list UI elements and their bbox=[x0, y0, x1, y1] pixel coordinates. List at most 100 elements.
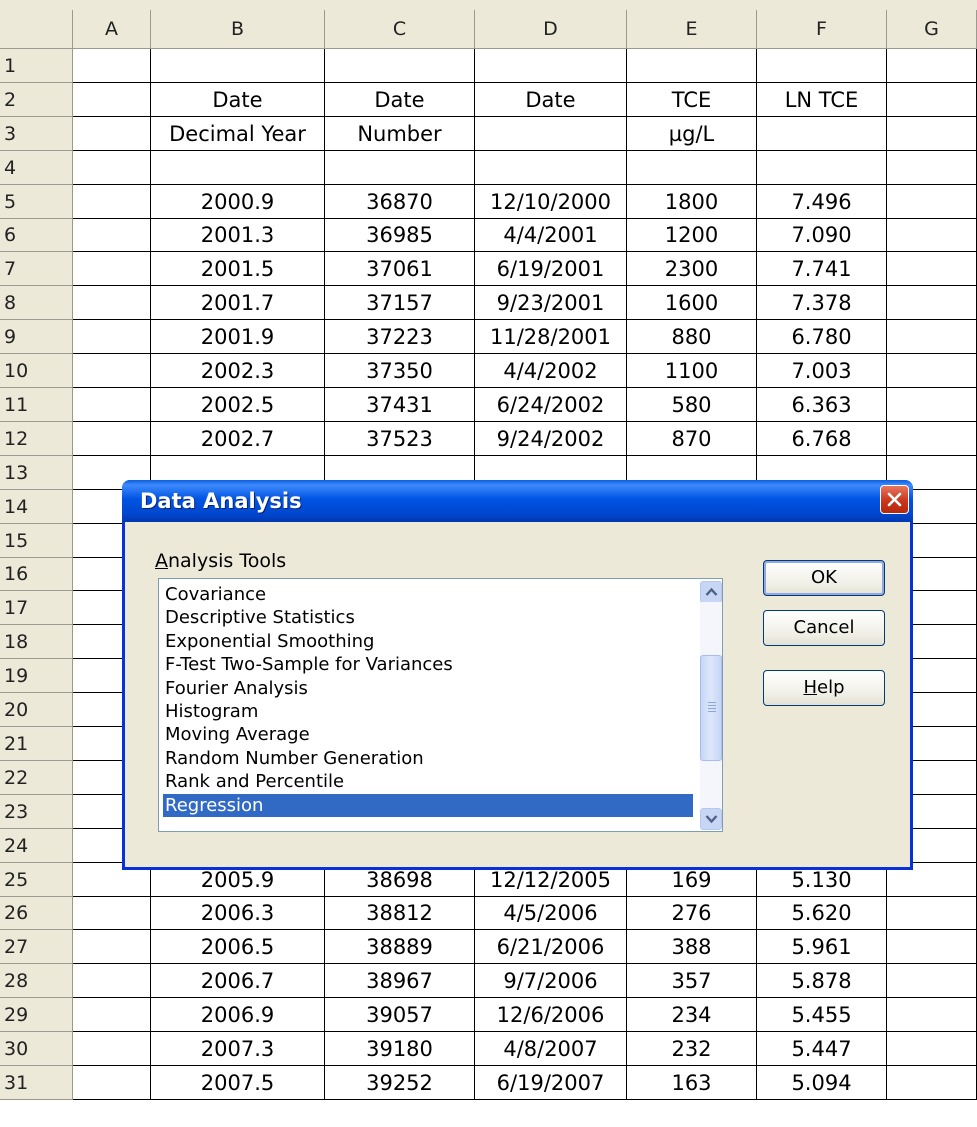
row-header-27[interactable]: 27 bbox=[0, 930, 73, 964]
cell-a5[interactable] bbox=[73, 185, 151, 219]
cell-a12[interactable] bbox=[73, 422, 151, 456]
column-header-c[interactable]: C bbox=[325, 10, 475, 49]
cell-g7[interactable] bbox=[887, 252, 977, 286]
row-header-13[interactable]: 13 bbox=[0, 456, 73, 490]
cell-g27[interactable] bbox=[887, 930, 977, 964]
cell-c4[interactable] bbox=[325, 151, 475, 185]
cell-e8[interactable]: 1600 bbox=[627, 286, 757, 320]
row-header-20[interactable]: 20 bbox=[0, 693, 73, 727]
row-header-18[interactable]: 18 bbox=[0, 625, 73, 659]
cell-a3[interactable] bbox=[73, 117, 151, 151]
row-header-28[interactable]: 28 bbox=[0, 964, 73, 998]
cell-e2[interactable]: TCE bbox=[627, 83, 757, 117]
cell-d7[interactable]: 6/19/2001 bbox=[475, 252, 627, 286]
cell-f28[interactable]: 5.878 bbox=[757, 964, 887, 998]
cell-c26[interactable]: 38812 bbox=[325, 897, 475, 930]
column-header-g[interactable]: G bbox=[887, 10, 977, 49]
cell-f3[interactable] bbox=[757, 117, 887, 151]
cell-b2[interactable]: Date bbox=[151, 83, 325, 117]
cell-f11[interactable]: 6.363 bbox=[757, 388, 887, 422]
row-header-12[interactable]: 12 bbox=[0, 422, 73, 456]
cell-g30[interactable] bbox=[887, 1032, 977, 1066]
cell-d29[interactable]: 12/6/2006 bbox=[475, 998, 627, 1032]
cell-b9[interactable]: 2001.9 bbox=[151, 320, 325, 354]
cell-f30[interactable]: 5.447 bbox=[757, 1032, 887, 1066]
row-header-15[interactable]: 15 bbox=[0, 524, 73, 558]
cell-e28[interactable]: 357 bbox=[627, 964, 757, 998]
cell-c2[interactable]: Date bbox=[325, 83, 475, 117]
cell-e27[interactable]: 388 bbox=[627, 930, 757, 964]
cell-f5[interactable]: 7.496 bbox=[757, 185, 887, 219]
cell-g9[interactable] bbox=[887, 320, 977, 354]
row-header-16[interactable]: 16 bbox=[0, 558, 73, 591]
cell-f6[interactable]: 7.090 bbox=[757, 219, 887, 252]
cell-f1[interactable] bbox=[757, 49, 887, 83]
cell-d27[interactable]: 6/21/2006 bbox=[475, 930, 627, 964]
row-header-6[interactable]: 6 bbox=[0, 219, 73, 252]
list-item[interactable]: Exponential Smoothing bbox=[163, 630, 693, 653]
cell-c10[interactable]: 37350 bbox=[325, 354, 475, 388]
cell-b12[interactable]: 2002.7 bbox=[151, 422, 325, 456]
cell-b6[interactable]: 2001.3 bbox=[151, 219, 325, 252]
cell-g4[interactable] bbox=[887, 151, 977, 185]
cell-g6[interactable] bbox=[887, 219, 977, 252]
row-header-7[interactable]: 7 bbox=[0, 252, 73, 286]
cell-b3[interactable]: Decimal Year bbox=[151, 117, 325, 151]
row-header-23[interactable]: 23 bbox=[0, 795, 73, 829]
cell-d6[interactable]: 4/4/2001 bbox=[475, 219, 627, 252]
cell-f31[interactable]: 5.094 bbox=[757, 1066, 887, 1100]
row-header-10[interactable]: 10 bbox=[0, 354, 73, 388]
cell-f7[interactable]: 7.741 bbox=[757, 252, 887, 286]
cell-d28[interactable]: 9/7/2006 bbox=[475, 964, 627, 998]
list-item[interactable]: Moving Average bbox=[163, 723, 693, 746]
column-header-e[interactable]: E bbox=[627, 10, 757, 49]
cell-g1[interactable] bbox=[887, 49, 977, 83]
close-button[interactable] bbox=[880, 485, 909, 514]
column-header-d[interactable]: D bbox=[475, 10, 627, 49]
help-button[interactable]: Help bbox=[763, 670, 885, 706]
cell-f29[interactable]: 5.455 bbox=[757, 998, 887, 1032]
cell-a1[interactable] bbox=[73, 49, 151, 83]
cell-c6[interactable]: 36985 bbox=[325, 219, 475, 252]
cell-d11[interactable]: 6/24/2002 bbox=[475, 388, 627, 422]
cell-c1[interactable] bbox=[325, 49, 475, 83]
cell-a29[interactable] bbox=[73, 998, 151, 1032]
cell-g31[interactable] bbox=[887, 1066, 977, 1100]
cell-e6[interactable]: 1200 bbox=[627, 219, 757, 252]
cell-a10[interactable] bbox=[73, 354, 151, 388]
cell-b27[interactable]: 2006.5 bbox=[151, 930, 325, 964]
cell-d9[interactable]: 11/28/2001 bbox=[475, 320, 627, 354]
cell-e26[interactable]: 276 bbox=[627, 897, 757, 930]
cell-c12[interactable]: 37523 bbox=[325, 422, 475, 456]
row-header-11[interactable]: 11 bbox=[0, 388, 73, 422]
cell-d1[interactable] bbox=[475, 49, 627, 83]
cell-a26[interactable] bbox=[73, 897, 151, 930]
cell-e7[interactable]: 2300 bbox=[627, 252, 757, 286]
row-header-21[interactable]: 21 bbox=[0, 727, 73, 761]
cell-a9[interactable] bbox=[73, 320, 151, 354]
cell-c5[interactable]: 36870 bbox=[325, 185, 475, 219]
cell-e1[interactable] bbox=[627, 49, 757, 83]
cell-b31[interactable]: 2007.5 bbox=[151, 1066, 325, 1100]
list-item[interactable]: Regression bbox=[163, 793, 693, 817]
cell-a28[interactable] bbox=[73, 964, 151, 998]
list-item[interactable]: Covariance bbox=[163, 583, 693, 606]
row-header-31[interactable]: 31 bbox=[0, 1066, 73, 1100]
cell-e3[interactable]: µg/L bbox=[627, 117, 757, 151]
cell-e10[interactable]: 1100 bbox=[627, 354, 757, 388]
cell-a7[interactable] bbox=[73, 252, 151, 286]
column-header-f[interactable]: F bbox=[757, 10, 887, 49]
cell-g5[interactable] bbox=[887, 185, 977, 219]
list-item[interactable]: Descriptive Statistics bbox=[163, 606, 693, 629]
cell-b7[interactable]: 2001.5 bbox=[151, 252, 325, 286]
cell-d4[interactable] bbox=[475, 151, 627, 185]
cell-b10[interactable]: 2002.3 bbox=[151, 354, 325, 388]
cell-g12[interactable] bbox=[887, 422, 977, 456]
cell-d5[interactable]: 12/10/2000 bbox=[475, 185, 627, 219]
list-item[interactable]: Random Number Generation bbox=[163, 747, 693, 770]
cell-b8[interactable]: 2001.7 bbox=[151, 286, 325, 320]
cell-c28[interactable]: 38967 bbox=[325, 964, 475, 998]
cell-a6[interactable] bbox=[73, 219, 151, 252]
cell-b28[interactable]: 2006.7 bbox=[151, 964, 325, 998]
list-item[interactable]: Rank and Percentile bbox=[163, 770, 693, 793]
